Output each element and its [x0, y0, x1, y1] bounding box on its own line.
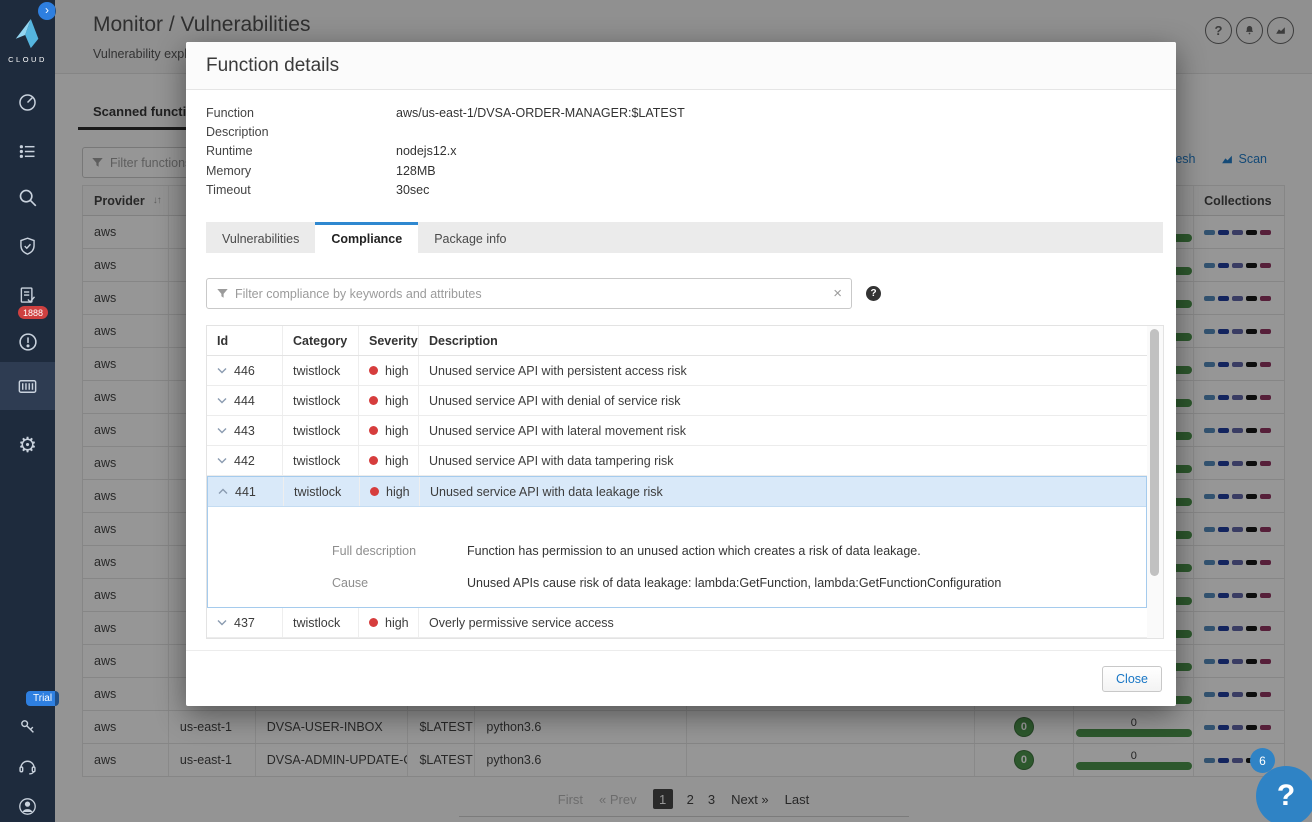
severity-dot: [369, 426, 378, 435]
severity-dot: [369, 396, 378, 405]
funnel-icon: [217, 288, 228, 298]
modal-tab-bar: Vulnerabilities Compliance Package info: [206, 222, 1163, 253]
sidebar-item-search[interactable]: [0, 176, 55, 220]
modal-title: Function details: [186, 42, 1176, 90]
compliance-filter-input[interactable]: [235, 286, 828, 301]
field-label: Function: [206, 106, 254, 120]
field-value: 128MB: [396, 163, 436, 178]
compliance-row[interactable]: 442 twistlock high Unused service API wi…: [207, 446, 1147, 476]
sidebar-item-containers[interactable]: [0, 362, 55, 410]
chevron-icon[interactable]: [217, 619, 227, 626]
modal-tab-compliance[interactable]: Compliance: [315, 222, 419, 253]
function-details-modal: Function details Function aws/us-east-1/D…: [186, 42, 1176, 706]
chevron-icon[interactable]: [217, 397, 227, 404]
chevron-icon[interactable]: [217, 457, 227, 464]
severity-dot: [369, 456, 378, 465]
sidebar-item-policies[interactable]: [0, 129, 55, 173]
modal-tab-vulnerabilities[interactable]: Vulnerabilities: [206, 222, 315, 253]
column-header-description[interactable]: Description: [419, 326, 1147, 355]
cause-row: Cause Unused APIs cause risk of data leak…: [332, 567, 1146, 599]
help-widget-badge: 6: [1250, 748, 1275, 773]
field-row: Runtime nodejs12.x: [206, 142, 685, 161]
user-icon: [19, 797, 36, 815]
headset-icon: [19, 760, 36, 774]
column-header-id[interactable]: Id: [207, 326, 283, 355]
field-label: Runtime: [206, 144, 253, 159]
gear-icon: ⚙: [18, 433, 37, 457]
sidebar-item-support[interactable]: [0, 744, 55, 788]
field-row: Description: [206, 123, 685, 142]
field-row: Function aws/us-east-1/DVSA-ORDER-MANAGER…: [206, 104, 685, 123]
full-description-label: Full description: [332, 544, 417, 558]
search-icon: [19, 189, 36, 207]
field-value: 30sec: [396, 182, 430, 197]
filter-help-icon[interactable]: ?: [866, 286, 881, 301]
sidebar-item-user[interactable]: [0, 784, 55, 822]
clear-filter-icon[interactable]: ×: [833, 285, 842, 302]
sidebar-item-settings[interactable]: ⚙: [0, 423, 55, 467]
sidebar-item-radar[interactable]: [0, 80, 55, 124]
close-button[interactable]: Close: [1102, 666, 1162, 692]
logo-label: CLOUD: [8, 55, 47, 64]
sidebar-item-alerts[interactable]: 1888: [0, 306, 55, 364]
question-icon: ?: [1276, 779, 1296, 812]
sidebar-item-defend[interactable]: [0, 224, 55, 268]
field-value: nodejs12.x: [396, 144, 457, 159]
severity-dot: [370, 487, 379, 496]
compliance-row[interactable]: 443 twistlock high Unused service API wi…: [207, 416, 1147, 446]
field-label: Timeout: [206, 182, 251, 197]
sidebar-expand-icon[interactable]: ›: [38, 2, 56, 20]
full-description-row: Full description Function has permission …: [332, 535, 1146, 567]
compliance-row[interactable]: 441 twistlock high Unused service API wi…: [208, 477, 1146, 507]
chevron-icon[interactable]: [217, 367, 227, 374]
alerts-count-badge: 1888: [18, 306, 49, 319]
field-row: Memory 128MB: [206, 162, 685, 181]
sidebar: › CLOUD 1888 ⚙ Trial: [0, 0, 60, 822]
field-label: Memory: [206, 163, 252, 178]
chevron-icon[interactable]: [218, 488, 228, 495]
compliance-table-header: Id Category Severity Description: [207, 326, 1147, 356]
column-header-category[interactable]: Category: [283, 326, 359, 355]
severity-dot: [369, 618, 378, 627]
compliance-table: Id Category Severity Description 446 twistl…: [206, 325, 1164, 639]
alert-icon: [18, 333, 37, 351]
container-icon: [18, 379, 37, 393]
severity-dot: [369, 366, 378, 375]
expanded-row-group: 441 twistlock high Unused service API wi…: [207, 476, 1147, 608]
modal-footer: Close: [186, 650, 1176, 706]
expanded-detail-panel: Full description Function has permission …: [208, 507, 1146, 607]
logo-mark-icon: [15, 18, 38, 49]
field-label: Description: [206, 125, 269, 140]
full-description-value: Function has permission to an unused act…: [467, 544, 921, 558]
column-header-severity[interactable]: Severity: [359, 326, 419, 355]
scrollbar-thumb[interactable]: [1150, 329, 1159, 576]
prisma-cloud-logo: CLOUD: [0, 18, 55, 64]
field-row: Timeout 30sec: [206, 181, 685, 200]
compliance-row[interactable]: 437 twistlock high Overly permissive ser…: [207, 608, 1147, 638]
compliance-row[interactable]: 444 twistlock high Unused service API wi…: [207, 386, 1147, 416]
key-icon: [20, 720, 34, 733]
compliance-filter[interactable]: ×: [206, 278, 852, 309]
list-icon: [19, 144, 35, 158]
table-scrollbar[interactable]: [1147, 326, 1163, 638]
function-fields: Function aws/us-east-1/DVSA-ORDER-MANAGER…: [206, 104, 685, 200]
cause-label: Cause: [332, 576, 369, 590]
help-widget-button[interactable]: ?: [1256, 766, 1312, 822]
compliance-row[interactable]: 446 twistlock high Unused service API wi…: [207, 356, 1147, 386]
document-check-icon: [20, 286, 36, 303]
cause-value: Unused APIs cause risk of data leakage: …: [467, 576, 1002, 590]
field-value: aws/us-east-1/DVSA-ORDER-MANAGER:$LATEST: [396, 106, 685, 120]
gauge-icon: [19, 93, 36, 111]
sidebar-item-license[interactable]: Trial: [0, 691, 60, 749]
modal-tab-package-info[interactable]: Package info: [418, 222, 522, 253]
chevron-icon[interactable]: [217, 427, 227, 434]
shield-check-icon: [20, 236, 35, 255]
